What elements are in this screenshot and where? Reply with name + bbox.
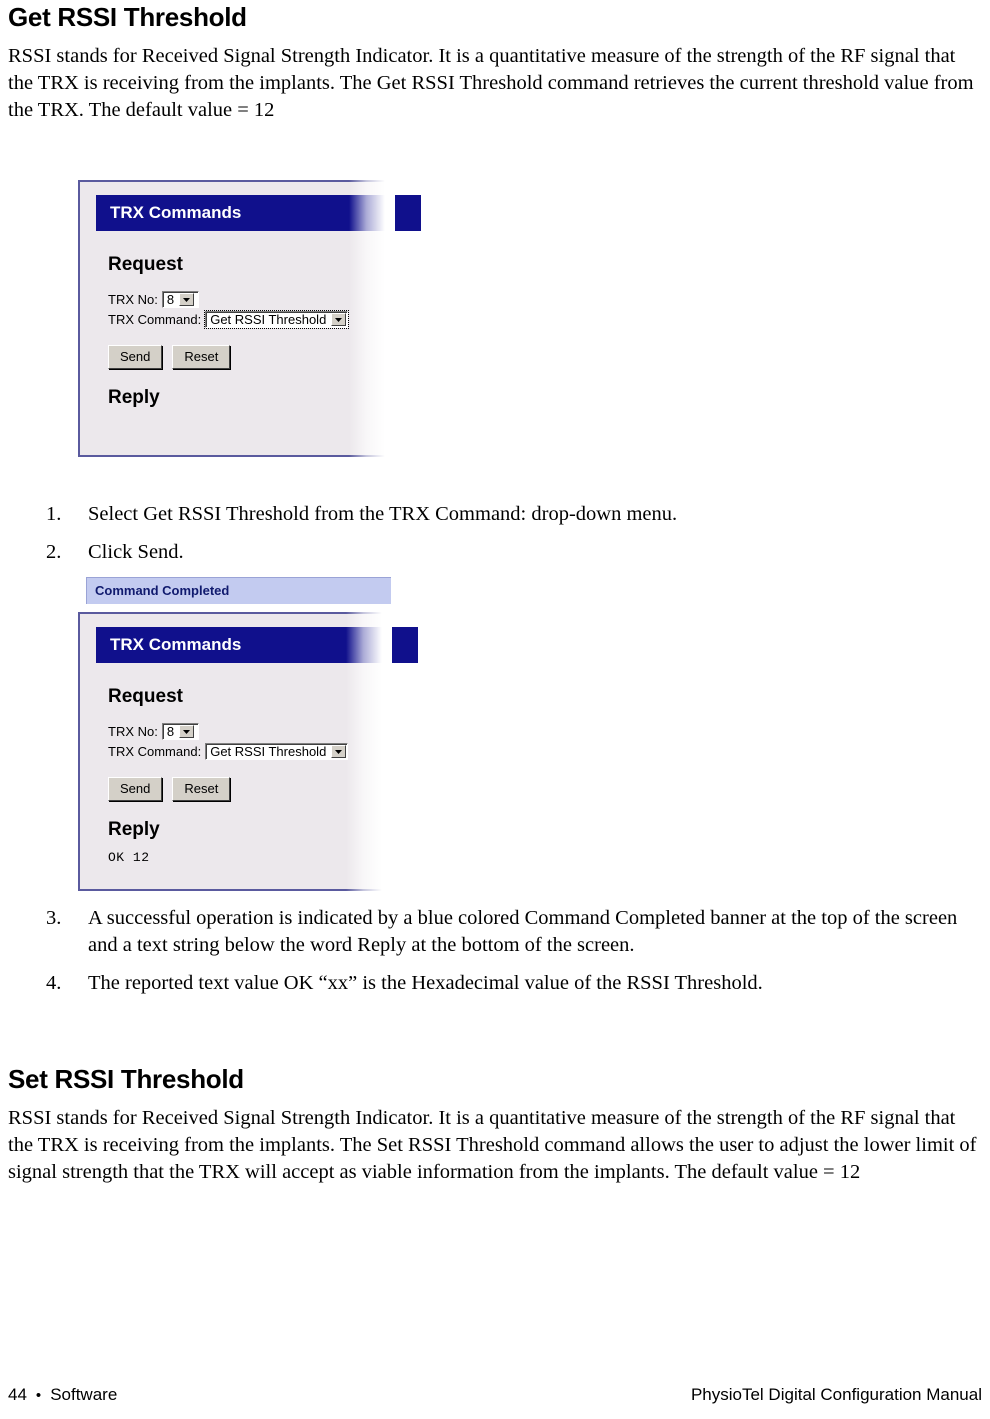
action-buttons: Send Reset: [108, 345, 391, 369]
trx-no-value: 8: [166, 724, 175, 739]
page-footer: 44 • Software PhysioTel Digital Configur…: [8, 1385, 982, 1405]
trx-no-label: TRX No:: [108, 291, 158, 307]
chevron-down-icon[interactable]: [179, 293, 195, 306]
request-heading: Request: [108, 254, 183, 275]
list-item-label: The reported text value OK “xx” is the H…: [88, 972, 763, 994]
send-button[interactable]: Send: [108, 345, 163, 369]
list-item-label: Click Send.: [88, 541, 184, 563]
request-heading: Request: [108, 686, 183, 707]
status-badge-command-completed: Command Completed: [86, 577, 391, 604]
action-buttons: Send Reset: [108, 777, 388, 801]
trx-command-select[interactable]: Get RSSI Threshold: [205, 743, 349, 760]
bullet-icon: •: [35, 1387, 42, 1404]
trx-no-value: 8: [166, 292, 175, 307]
figure-trx-commands-completed: Command Completed TRX Commands Request T…: [78, 577, 418, 894]
reset-button[interactable]: Reset: [172, 777, 231, 801]
intro-paragraph-get: RSSI stands for Received Signal Strength…: [8, 45, 974, 121]
chevron-down-icon[interactable]: [331, 745, 347, 758]
list-item: 3. A successful operation is indicated b…: [8, 905, 982, 959]
trx-commands-window: TRX Commands Request TRX No: 8 TRX Comma…: [78, 180, 421, 457]
trx-command-value: Get RSSI Threshold: [210, 744, 327, 759]
trx-command-row: TRX Command: Get RSSI Threshold: [108, 310, 391, 329]
trx-command-row: TRX Command: Get RSSI Threshold: [108, 743, 388, 760]
footer-section-name: Software: [50, 1385, 118, 1404]
list-item-number: 3.: [46, 907, 62, 929]
trx-commands-window: TRX Commands Request TRX No: 8 TRX Comma…: [78, 612, 418, 891]
trx-no-row: TRX No: 8: [108, 291, 391, 308]
document-page: Get RSSI Threshold RSSI stands for Recei…: [0, 2, 990, 1419]
footer-left: 44 • Software: [8, 1385, 117, 1405]
chevron-down-icon[interactable]: [179, 725, 195, 738]
trx-command-label: TRX Command:: [108, 311, 202, 327]
list-item: 4. The reported text value OK “xx” is th…: [8, 970, 982, 997]
list-item-number: 4.: [46, 972, 62, 994]
trx-no-select[interactable]: 8: [161, 723, 199, 740]
window-titlebar: TRX Commands: [96, 195, 421, 231]
trx-command-value: Get RSSI Threshold: [210, 312, 327, 327]
intro-paragraph-set: RSSI stands for Received Signal Strength…: [8, 1107, 977, 1183]
page-title-set-rssi-threshold: Set RSSI Threshold: [8, 1064, 244, 1094]
reply-value: [108, 416, 391, 431]
window-titlebar: TRX Commands: [96, 627, 418, 663]
step-list-b: 3. A successful operation is indicated b…: [8, 905, 982, 997]
figure-trx-commands-empty: TRX Commands Request TRX No: 8 TRX Comma…: [78, 177, 421, 460]
trx-no-row: TRX No: 8: [108, 723, 388, 740]
reply-value: OK 12: [108, 850, 150, 865]
reply-heading: Reply: [108, 387, 160, 408]
step-list-a: 1. Select Get RSSI Threshold from the TR…: [8, 501, 982, 566]
trx-no-label: TRX No:: [108, 723, 158, 739]
list-item: 2. Click Send.: [8, 539, 982, 566]
send-button[interactable]: Send: [108, 777, 163, 801]
reply-heading: Reply: [108, 819, 160, 840]
trx-command-label: TRX Command:: [108, 743, 202, 759]
trx-no-select[interactable]: 8: [161, 291, 199, 308]
page-title-get-rssi-threshold: Get RSSI Threshold: [8, 2, 247, 32]
page-number: 44: [8, 1385, 27, 1404]
list-item-number: 2.: [46, 541, 62, 563]
reset-button[interactable]: Reset: [172, 345, 231, 369]
list-item: 1. Select Get RSSI Threshold from the TR…: [8, 501, 982, 528]
trx-command-select[interactable]: Get RSSI Threshold: [204, 310, 350, 329]
list-item-number: 1.: [46, 503, 62, 525]
list-item-label: Select Get RSSI Threshold from the TRX C…: [88, 503, 678, 525]
chevron-down-icon[interactable]: [331, 313, 347, 326]
list-item-label: A successful operation is indicated by a…: [88, 907, 958, 956]
footer-manual-title: PhysioTel Digital Configuration Manual: [690, 1385, 982, 1404]
